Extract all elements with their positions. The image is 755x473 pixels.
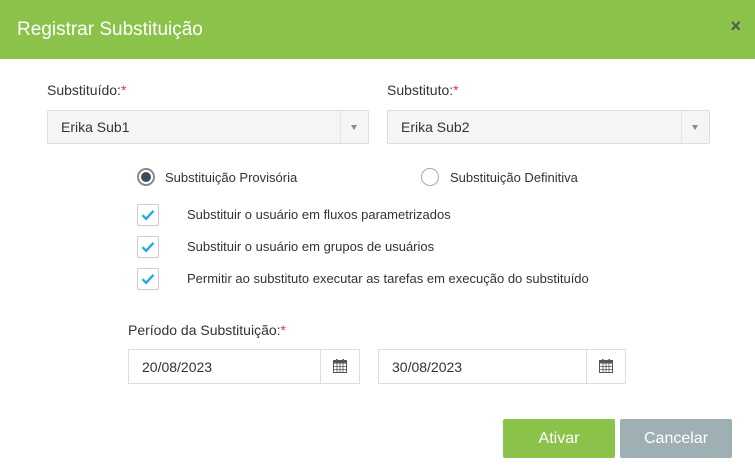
chevron-down-icon: [692, 125, 698, 130]
checkbox-tarefas[interactable]: [137, 268, 159, 290]
check-icon: [141, 273, 155, 285]
data-fim-value: 30/08/2023: [392, 359, 463, 375]
required-marker: *: [453, 82, 459, 98]
checkbox-grupos[interactable]: [137, 236, 159, 258]
data-fim-field[interactable]: 30/08/2023: [378, 349, 626, 384]
data-inicio-value: 20/08/2023: [142, 359, 213, 375]
substituido-dropdown-toggle[interactable]: [340, 111, 368, 143]
ativar-button[interactable]: Ativar: [503, 419, 615, 458]
radio-provisoria[interactable]: [137, 168, 155, 186]
substituto-dropdown-toggle[interactable]: [681, 111, 709, 143]
data-fim-calendar-button[interactable]: [586, 350, 625, 383]
cancelar-button[interactable]: Cancelar: [620, 419, 732, 458]
substituido-label: Substituído:*: [47, 82, 126, 98]
data-inicio-calendar-button[interactable]: [320, 350, 359, 383]
substituto-select[interactable]: Erika Sub2: [387, 110, 710, 144]
check-icon: [141, 209, 155, 221]
checkbox-fluxos-label: Substituir o usuário em fluxos parametri…: [187, 207, 451, 222]
dialog-header: Registrar Substituição ×: [0, 0, 755, 59]
checkbox-fluxos[interactable]: [137, 204, 159, 226]
dialog-title: Registrar Substituição: [17, 19, 203, 40]
checkbox-grupos-label: Substituir o usuário em grupos de usuári…: [187, 239, 435, 254]
radio-definitiva[interactable]: [421, 168, 439, 186]
substituido-select[interactable]: Erika Sub1: [47, 110, 369, 144]
check-icon: [141, 241, 155, 253]
radio-definitiva-label: Substituição Definitiva: [450, 170, 578, 185]
data-inicio-field[interactable]: 20/08/2023: [128, 349, 360, 384]
substituto-value: Erika Sub2: [401, 119, 470, 135]
required-marker: *: [280, 322, 286, 338]
periodo-label: Período da Substituição:*: [128, 322, 286, 338]
calendar-icon: [333, 359, 347, 373]
substituido-label-text: Substituído:: [47, 82, 121, 98]
calendar-icon: [599, 359, 613, 373]
substituto-label-text: Substituto:: [387, 82, 454, 98]
checkbox-tarefas-label: Permitir ao substituto executar as taref…: [187, 271, 589, 286]
required-marker: *: [120, 82, 127, 98]
chevron-down-icon: [351, 125, 357, 130]
periodo-label-text: Período da Substituição:: [128, 322, 281, 338]
close-icon[interactable]: ×: [730, 16, 741, 37]
substituto-label: Substituto:*: [387, 82, 459, 98]
substituido-value: Erika Sub1: [61, 119, 130, 135]
radio-provisoria-label: Substituição Provisória: [165, 170, 298, 185]
